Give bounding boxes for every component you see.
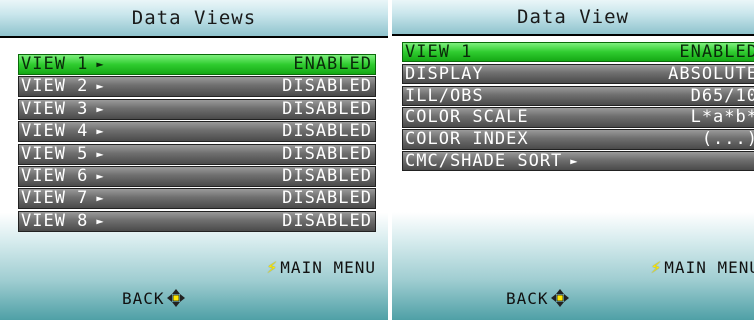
arrow-right-icon: ► [96,146,105,161]
main-menu-button[interactable]: ⚡ MAIN MENU [650,257,754,278]
view-row[interactable]: VIEW 8 ► DISABLED [18,210,376,232]
view-row-status: ENABLED [293,54,372,74]
setting-label: COLOR SCALE [405,107,529,128]
view-row-status: DISABLED [282,143,372,164]
back-button[interactable]: BACK [506,288,570,308]
main-menu-label: MAIN MENU [280,258,376,277]
lightning-bolt-icon: ⚡ [266,257,279,278]
arrow-right-icon: ► [570,153,579,168]
setting-label: CMC/SHADE SORT [405,150,563,171]
setting-value: D65/10 [690,85,754,106]
view-list: VIEW 1 ► ENABLED VIEW 2 ► DISABLED VIEW 3 ►… [18,54,376,233]
setting-row-color-scale[interactable]: COLOR SCALE L*a*b* [402,107,754,128]
view-row[interactable]: VIEW 7 ► DISABLED [18,188,376,210]
view-row-status: DISABLED [282,98,372,119]
view-row-status: DISABLED [282,165,372,186]
view-row-label: VIEW 5 [21,143,89,164]
dpad-arrows-icon [550,289,569,307]
arrow-right-icon: ► [96,191,105,206]
setting-value: L*a*b* [690,107,754,128]
view-row-label: VIEW 7 [21,188,89,209]
setting-value: ENABLED [679,42,754,62]
view-row-status: DISABLED [282,121,372,142]
setting-label: VIEW 1 [405,42,473,62]
view-row-status: DISABLED [282,210,372,231]
arrow-right-icon: ► [96,124,105,139]
view-row-label: VIEW 4 [21,121,89,142]
dpad-arrows-icon [166,289,185,307]
view-row[interactable]: VIEW 4 ► DISABLED [18,121,376,143]
setting-row-display[interactable]: DISPLAY ABSOLUTE [402,63,754,85]
view-row-label: VIEW 2 [21,76,89,97]
setting-value: ABSOLUTE [668,63,754,84]
view-row[interactable]: VIEW 3 ► DISABLED [18,98,376,120]
arrow-right-icon: ► [96,213,105,228]
view-row-label: VIEW 6 [21,165,89,186]
arrow-right-icon: ► [96,57,105,71]
screen-title: Data View [392,0,754,36]
arrow-right-icon: ► [96,168,105,183]
back-button[interactable]: BACK [122,288,186,308]
back-label: BACK [506,289,549,308]
setting-row-cmc-shade-sort[interactable]: CMC/SHADE SORT ► [402,150,754,172]
setting-label: COLOR INDEX [405,129,529,150]
view-row-label: VIEW 1 [21,54,89,74]
view-row[interactable]: VIEW 5 ► DISABLED [18,143,376,165]
lightning-bolt-icon: ⚡ [650,257,663,278]
view-row-label: VIEW 3 [21,98,89,119]
data-view-screen: Data View VIEW 1 ENABLED DISPLAY ABSOLUT… [392,0,754,320]
arrow-right-icon: ► [96,101,105,116]
screen-title: Data Views [0,0,388,38]
data-views-screen: Data Views VIEW 1 ► ENABLED VIEW 2 ► DISAB… [0,0,388,320]
screen-body: VIEW 1 ENABLED DISPLAY ABSOLUTE ILL/OBS … [392,36,754,320]
view-row[interactable]: VIEW 6 ► DISABLED [18,165,376,187]
back-label: BACK [122,289,165,308]
view-row[interactable]: VIEW 2 ► DISABLED [18,76,376,98]
screen-body: VIEW 1 ► ENABLED VIEW 2 ► DISABLED VIEW 3 ►… [0,38,388,320]
view-row[interactable]: VIEW 1 ► ENABLED [18,54,376,75]
main-menu-button[interactable]: ⚡ MAIN MENU [266,257,376,278]
view-row-status: DISABLED [282,76,372,97]
setting-row-view[interactable]: VIEW 1 ENABLED [402,42,754,63]
view-row-status: DISABLED [282,188,372,209]
setting-row-color-index[interactable]: COLOR INDEX (...) [402,129,754,150]
main-menu-label: MAIN MENU [664,258,754,277]
arrow-right-icon: ► [96,79,105,94]
setting-label: DISPLAY [405,63,484,84]
view-row-label: VIEW 8 [21,210,89,231]
setting-label: ILL/OBS [405,85,484,106]
setting-row-ill-obs[interactable]: ILL/OBS D65/10 [402,85,754,106]
settings-list: VIEW 1 ENABLED DISPLAY ABSOLUTE ILL/OBS … [402,42,754,173]
setting-value: (...) [701,129,754,150]
